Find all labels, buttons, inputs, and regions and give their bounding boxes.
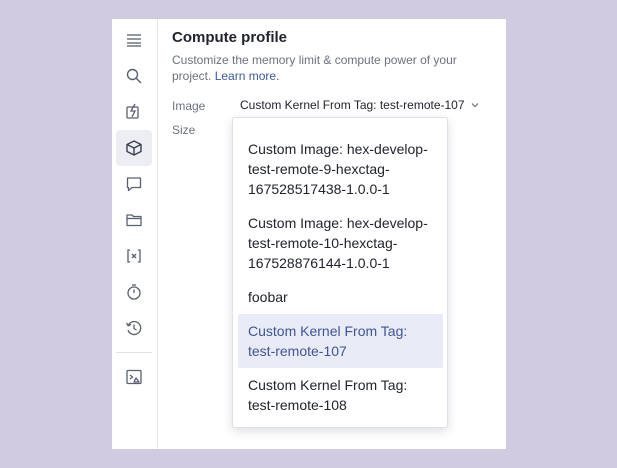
- description: Customize the memory limit & compute pow…: [172, 52, 492, 84]
- image-label: Image: [172, 99, 206, 113]
- dropdown-option[interactable]: Custom Kernel From Tag: test-remote-108: [238, 374, 443, 416]
- variable-icon: [127, 249, 141, 263]
- image-select-value: Custom Kernel From Tag: test-remote-107: [240, 98, 465, 112]
- history-icon: [125, 320, 142, 336]
- terminal-button[interactable]: [116, 359, 152, 395]
- timer-icon: [127, 284, 141, 300]
- compute-button[interactable]: [116, 130, 152, 166]
- lightning-icon: [126, 103, 139, 119]
- menu-icon: [127, 34, 141, 47]
- image-dropdown-menu: Custom Image: hex-develop-test-remote-9-…: [232, 117, 448, 428]
- image-select[interactable]: Custom Kernel From Tag: test-remote-107: [240, 98, 480, 112]
- dropdown-option-selected[interactable]: Custom Kernel From Tag: test-remote-107: [238, 314, 443, 368]
- history-button[interactable]: [116, 310, 152, 346]
- comment-icon: [126, 177, 142, 192]
- dropdown-option[interactable]: Custom Image: hex-develop-test-remote-9-…: [238, 138, 443, 200]
- files-button[interactable]: [116, 202, 152, 238]
- cube-icon: [126, 140, 142, 156]
- size-label: Size: [172, 123, 196, 137]
- terminal-icon: [126, 369, 142, 385]
- icon-sidebar: [112, 19, 158, 449]
- schedule-button[interactable]: [116, 274, 152, 310]
- learn-more-link[interactable]: Learn more.: [215, 69, 280, 83]
- variables-button[interactable]: [116, 238, 152, 274]
- menu-button[interactable]: [116, 22, 152, 58]
- dropdown-option[interactable]: foobar: [238, 286, 443, 308]
- folder-icon: [126, 214, 142, 227]
- search-icon: [126, 68, 142, 84]
- sidebar-divider: [116, 352, 152, 353]
- search-button[interactable]: [116, 58, 152, 94]
- chevron-down-icon: [471, 103, 478, 108]
- dropdown-option[interactable]: Custom Image: hex-develop-test-remote-10…: [238, 212, 443, 274]
- run-button[interactable]: [116, 94, 152, 130]
- page-title: Compute profile: [172, 29, 287, 46]
- comments-button[interactable]: [116, 166, 152, 202]
